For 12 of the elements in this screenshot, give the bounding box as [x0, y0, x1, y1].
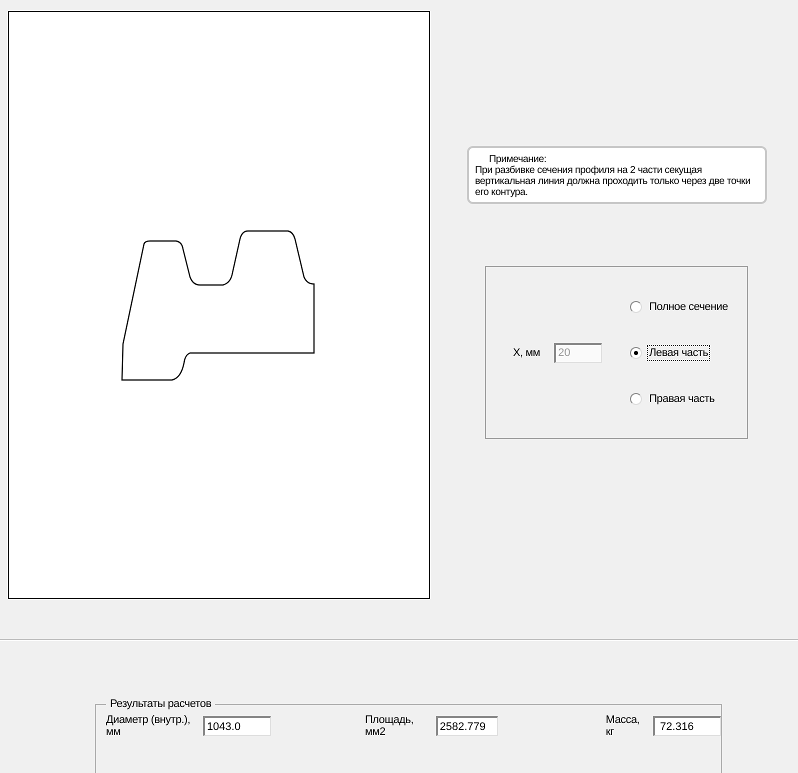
radio-option[interactable]: Правая часть — [630, 390, 730, 406]
result-label: Масса, кг — [606, 714, 641, 738]
x-label: X, мм — [513, 346, 540, 358]
radio-option[interactable]: Полное сечение — [630, 298, 730, 314]
result-field[interactable]: 72.316 — [653, 716, 721, 736]
note-text: При разбивке сечения профиля на 2 части секущая вертикальная линия должна проходить только через две точки его контура. — [475, 165, 752, 198]
results-title: Результаты расчетов — [109, 698, 212, 710]
note-title: Примечание: — [488, 154, 548, 165]
result-label: Диаметр (внутр.), мм — [106, 714, 192, 738]
result-label: Площадь, мм2 — [364, 714, 414, 738]
result-field[interactable]: 2582.779 — [436, 716, 498, 736]
result-field[interactable]: 1043.0 — [202, 716, 271, 736]
